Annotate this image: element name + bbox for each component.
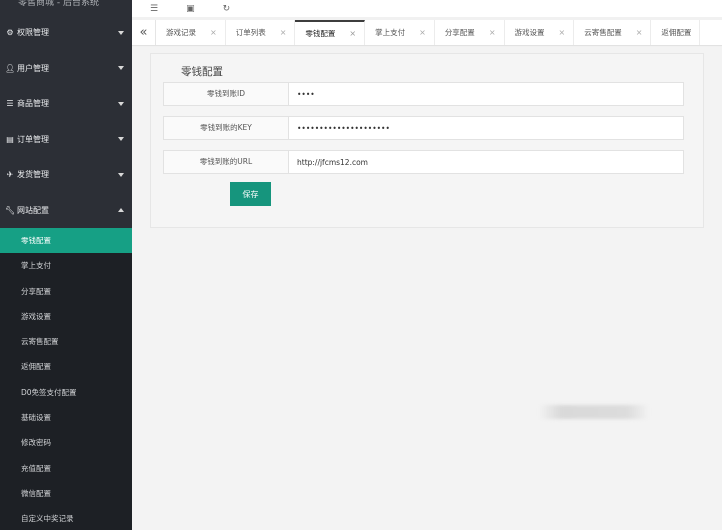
app-title: 零售商城 - 后台系统 — [18, 0, 99, 8]
sidebar-item-label: 发货管理 — [17, 170, 49, 180]
tab-order-list[interactable]: 订单列表 × — [226, 20, 296, 45]
sidebar-subitem-d0-pay[interactable]: D0免签支付配置 — [0, 380, 132, 405]
sidebar-subitem-cloud-consign[interactable]: 云寄售配置 — [0, 329, 132, 354]
sidebar-item-label: 网站配置 — [17, 205, 49, 215]
field-label: 零钱到账ID — [164, 83, 289, 105]
monitor-icon[interactable]: ▣ — [186, 4, 195, 14]
sidebar-item-permissions[interactable]: ⚙ 权限管理 — [0, 15, 132, 51]
change-key-input[interactable] — [289, 117, 683, 139]
close-icon[interactable]: × — [210, 28, 217, 37]
form-row-id: 零钱到账ID — [163, 82, 684, 106]
tab-share-config[interactable]: 分享配置 × — [435, 20, 505, 45]
user-icon: 👤︎ — [5, 63, 16, 73]
tab-game-settings[interactable]: 游戏设置 × — [505, 20, 575, 45]
main-content: 零钱配置 零钱到账ID 零钱到账的KEY 零钱到账的URL 保存 — [132, 47, 722, 530]
page-title: 零钱配置 — [181, 66, 223, 78]
menu-icon[interactable]: ☰ — [150, 4, 158, 14]
tab-label: 零钱配置 — [305, 29, 336, 38]
caret-down-icon — [118, 101, 124, 106]
change-id-input[interactable] — [289, 83, 683, 105]
close-icon[interactable]: × — [636, 28, 643, 37]
sidebar-subitem-basic-settings[interactable]: 基础设置 — [0, 405, 132, 430]
close-icon[interactable]: × — [559, 28, 566, 37]
sidebar-subitem-change-config[interactable]: 零钱配置 — [0, 228, 132, 254]
sidebar-item-shipping[interactable]: ✈ 发货管理 — [0, 157, 132, 193]
form-row-url: 零钱到账的URL — [163, 150, 684, 174]
caret-down-icon — [118, 66, 124, 71]
sidebar-subitem-share-config[interactable]: 分享配置 — [0, 279, 132, 304]
caret-up-icon — [118, 208, 124, 213]
refresh-icon[interactable]: ↻ — [223, 4, 231, 14]
sidebar-subitem-change-password[interactable]: 修改密码 — [0, 430, 132, 455]
sidebar-item-label: 商品管理 — [17, 99, 49, 109]
caret-down-icon — [118, 137, 124, 142]
topbar: ☰ ▣ ↻ — [132, 0, 722, 17]
caret-down-icon — [118, 30, 124, 35]
tab-game-records[interactable]: 游戏记录 × — [156, 20, 226, 45]
tab-mobile-pay[interactable]: 掌上支付 × — [365, 20, 435, 45]
truck-icon: ✈ — [6, 170, 14, 180]
sidebar: 零售商城 - 后台系统 ⚙ 权限管理 👤︎ 用户管理 ☰ 商品管理 ▤ 订单管理… — [0, 0, 132, 530]
sidebar-item-users[interactable]: 👤︎ 用户管理 — [0, 51, 132, 87]
config-panel: 零钱配置 零钱到账ID 零钱到账的KEY 零钱到账的URL 保存 — [150, 53, 704, 228]
form-row-key: 零钱到账的KEY — [163, 116, 684, 140]
sidebar-item-site-config[interactable]: 🔧︎ 网站配置 — [0, 193, 132, 229]
tab-label: 分享配置 — [444, 28, 475, 37]
sidebar-subitem-custom-prize-log[interactable]: 自定义中奖记录 — [0, 506, 132, 530]
collapse-tabs-icon[interactable]: « — [132, 20, 156, 45]
sidebar-item-products[interactable]: ☰ 商品管理 — [0, 86, 132, 122]
tab-cloud-consign[interactable]: 云寄售配置 × — [574, 20, 652, 45]
sidebar-item-label: 权限管理 — [17, 28, 49, 38]
close-icon[interactable]: × — [489, 28, 496, 37]
order-icon: ▤ — [6, 134, 14, 144]
sidebar-item-label: 订单管理 — [17, 134, 49, 144]
close-icon[interactable]: × — [349, 29, 356, 38]
caret-down-icon — [118, 172, 124, 177]
sidebar-subitem-wechat-config[interactable]: 微信配置 — [0, 481, 132, 506]
list-icon: ☰ — [6, 99, 14, 109]
change-url-input[interactable] — [289, 151, 683, 173]
sidebar-subitem-rebate-config[interactable]: 返佣配置 — [0, 354, 132, 379]
tab-label: 游戏记录 — [166, 28, 196, 37]
sidebar-subitem-mobile-pay[interactable]: 掌上支付 — [0, 253, 132, 278]
sidebar-submenu: 零钱配置 掌上支付 分享配置 游戏设置 云寄售配置 返佣配置 D0免签支付配置 … — [0, 228, 132, 530]
close-icon[interactable]: × — [280, 28, 287, 37]
sidebar-subitem-game-settings[interactable]: 游戏设置 — [0, 304, 132, 329]
field-label: 零钱到账的KEY — [164, 117, 289, 139]
tab-label: 订单列表 — [235, 28, 266, 37]
blurred-toast — [539, 405, 649, 419]
sidebar-item-orders[interactable]: ▤ 订单管理 — [0, 122, 132, 158]
tab-label: 云寄售配置 — [584, 28, 622, 37]
tab-bar: « 游戏记录 × 订单列表 × 零钱配置 × 掌上支付 × 分享配置 × 游戏设置 × 云寄… — [132, 20, 722, 46]
tab-label: 游戏设置 — [514, 28, 545, 37]
tab-label: 返佣配置 — [661, 28, 692, 37]
sidebar-subitem-recharge-config[interactable]: 充值配置 — [0, 456, 132, 481]
tab-rebate-config[interactable]: 返佣配置 — [651, 20, 701, 45]
wrench-icon: 🔧︎ — [5, 205, 16, 215]
close-icon[interactable]: × — [419, 28, 426, 37]
field-label: 零钱到账的URL — [164, 151, 289, 173]
sidebar-item-label: 用户管理 — [17, 63, 49, 73]
save-button[interactable]: 保存 — [230, 182, 271, 206]
gear-icon: ⚙ — [6, 28, 14, 38]
tab-change-config[interactable]: 零钱配置 × — [295, 20, 366, 45]
tab-label: 掌上支付 — [375, 28, 406, 37]
